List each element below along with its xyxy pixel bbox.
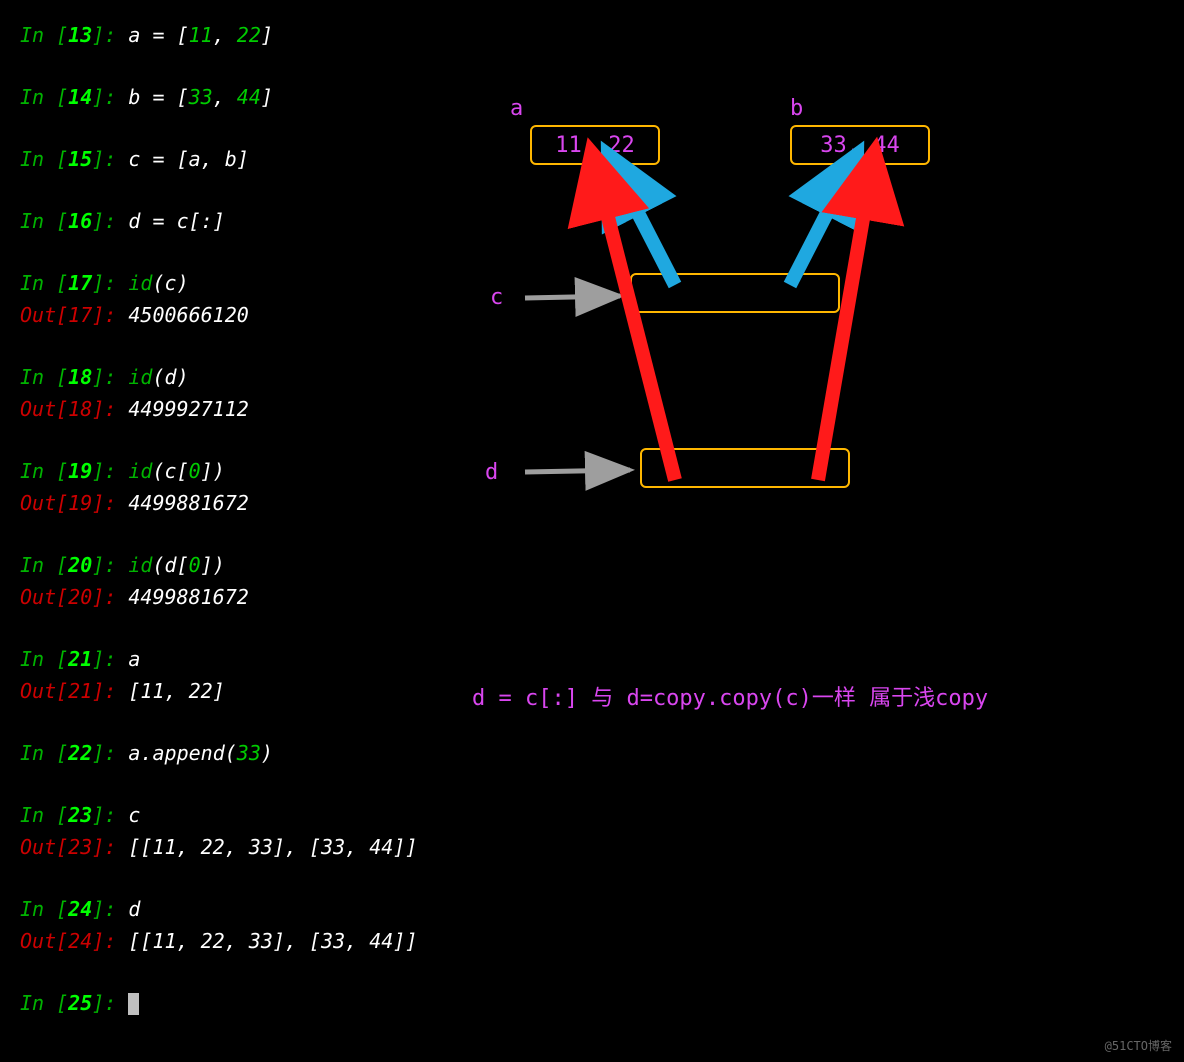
box-d <box>640 448 850 488</box>
out-line: Out[21]: [11, 22] <box>20 676 500 706</box>
in-line: In [14]: b = [33, 44] <box>20 82 500 112</box>
in-line: In [23]: c <box>20 800 500 830</box>
label-a: a <box>510 96 523 121</box>
in-line: In [21]: a <box>20 644 500 674</box>
in-line: In [18]: id(d) <box>20 362 500 392</box>
watermark: @51CTO博客 <box>1105 1037 1172 1054</box>
box-c <box>630 273 840 313</box>
ipython-terminal[interactable]: In [13]: a = [11, 22] In [14]: b = [33, 4… <box>0 0 500 1018</box>
in-line: In [17]: id(c) <box>20 268 500 298</box>
in-line: In [13]: a = [11, 22] <box>20 20 500 50</box>
in-line: In [22]: a.append(33) <box>20 738 500 768</box>
label-b: b <box>790 96 803 121</box>
in-line: In [15]: c = [a, b] <box>20 144 500 174</box>
in-line: In [20]: id(d[0]) <box>20 550 500 580</box>
label-c: c <box>490 285 503 310</box>
box-a: 11, 22 <box>530 125 660 165</box>
out-line: Out[19]: 4499881672 <box>20 488 500 518</box>
diagram-arrows <box>470 90 1170 690</box>
in-line: In [25]: <box>20 988 500 1018</box>
out-line: Out[20]: 4499881672 <box>20 582 500 612</box>
explanation-text: d = c[:] 与 d=copy.copy(c)一样 属于浅copy <box>472 680 988 712</box>
out-line: Out[23]: [[11, 22, 33], [33, 44]] <box>20 832 500 862</box>
in-line: In [24]: d <box>20 894 500 924</box>
box-b: 33, 44 <box>790 125 930 165</box>
cursor[interactable] <box>128 993 139 1015</box>
out-line: Out[24]: [[11, 22, 33], [33, 44]] <box>20 926 500 956</box>
in-line: In [19]: id(c[0]) <box>20 456 500 486</box>
in-line: In [16]: d = c[:] <box>20 206 500 236</box>
label-d: d <box>485 460 498 485</box>
out-line: Out[17]: 4500666120 <box>20 300 500 330</box>
out-line: Out[18]: 4499927112 <box>20 394 500 424</box>
